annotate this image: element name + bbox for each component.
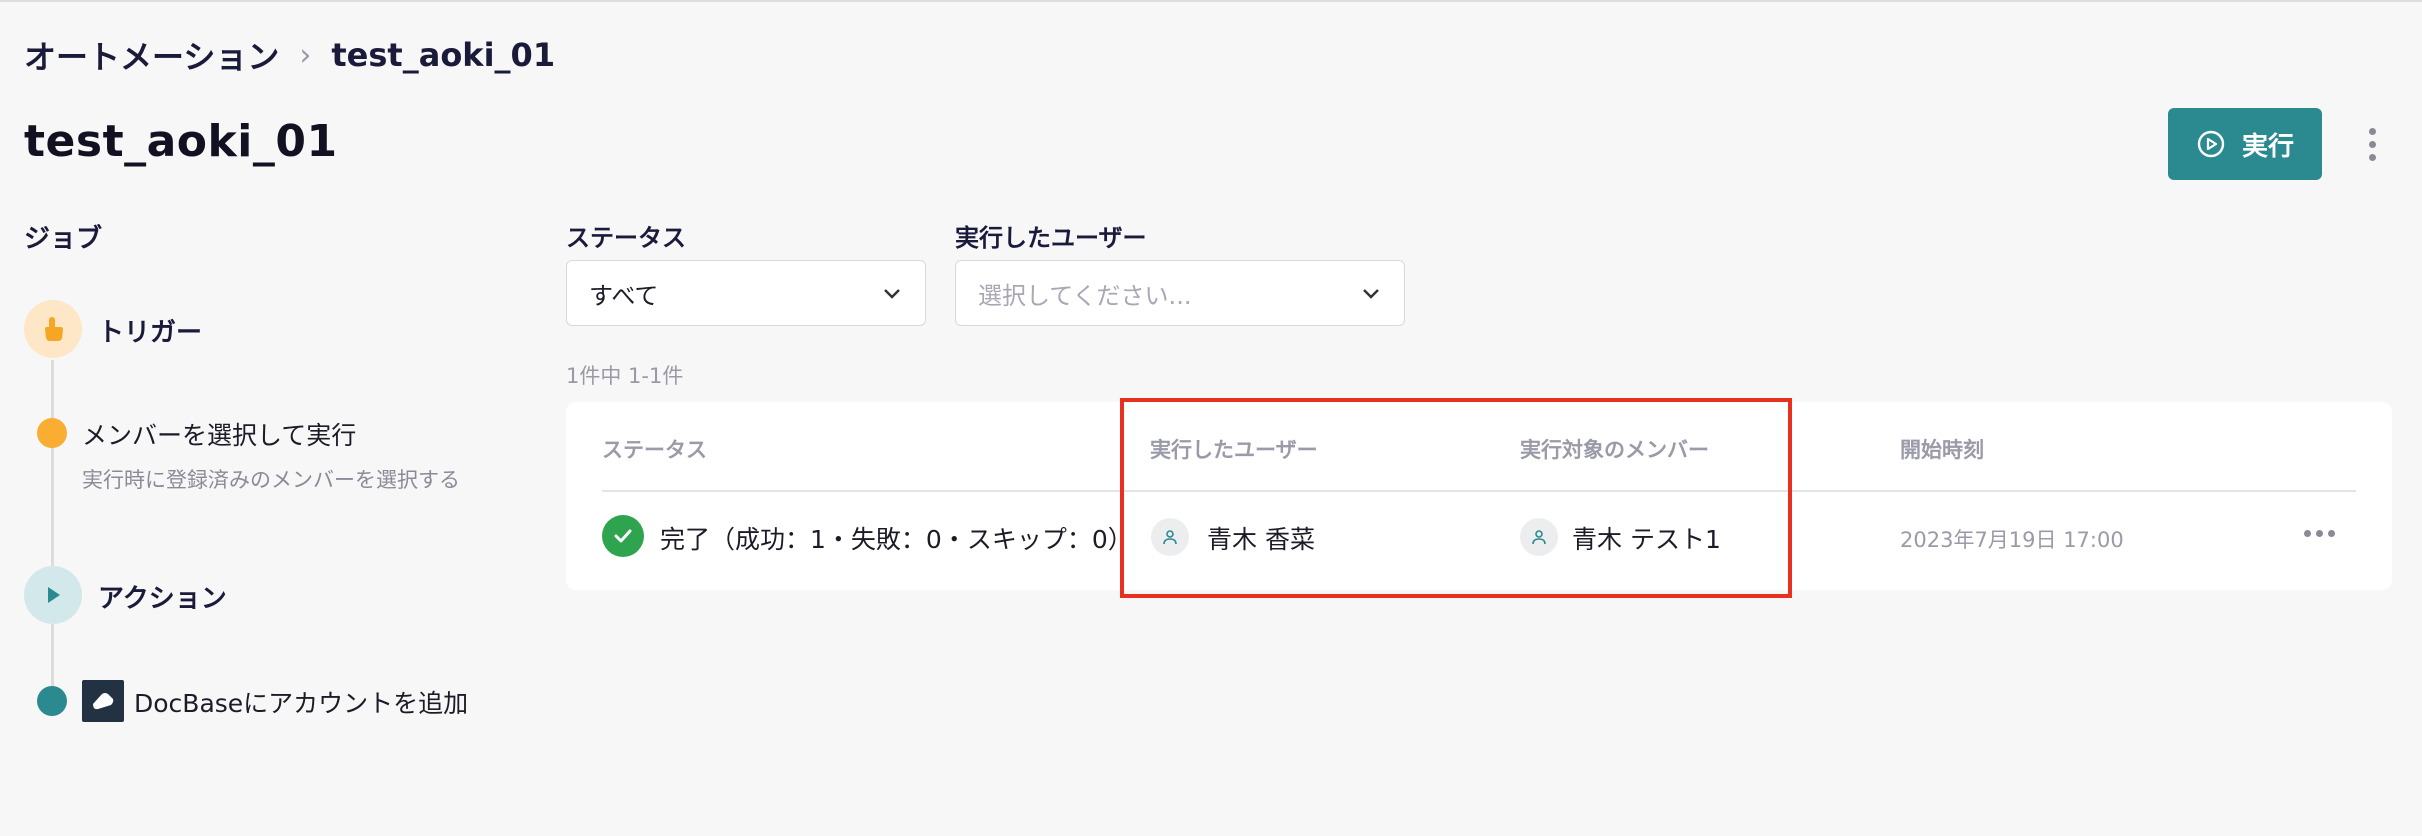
row-kebab-icon[interactable] xyxy=(2304,530,2335,537)
kebab-icon[interactable] xyxy=(2360,118,2384,170)
column-header-status: ステータス xyxy=(602,438,707,462)
result-count: 1件中 1-1件 xyxy=(566,364,684,388)
trigger-step-title[interactable]: メンバーを選択して実行 xyxy=(82,416,356,452)
check-icon xyxy=(602,515,644,557)
play-icon xyxy=(48,587,60,603)
top-border xyxy=(0,0,2422,2)
status-filter-label: ステータス xyxy=(566,224,686,252)
row-status: 完了（成功：1・失敗：0・スキップ：0） xyxy=(660,525,1133,554)
run-button-label: 実行 xyxy=(2241,131,2294,162)
action-step-title[interactable]: DocBaseにアカウントを追加 xyxy=(134,684,468,720)
user-select-placeholder: 選択してください... xyxy=(978,281,1192,310)
trigger-step-desc: 実行時に登録済みのメンバーを選択する xyxy=(82,468,460,492)
jobs-heading: ジョブ xyxy=(24,224,103,254)
chevron-down-icon xyxy=(884,289,900,299)
timeline-line xyxy=(51,360,54,710)
row-started-at: 2023年7月19日 17:00 xyxy=(1900,528,2124,552)
column-header-started-at: 開始時刻 xyxy=(1900,438,1984,462)
chevron-down-icon xyxy=(1363,289,1379,299)
user-filter-label: 実行したユーザー xyxy=(955,224,1147,252)
trigger-step-dot xyxy=(37,418,67,448)
action-label: アクション xyxy=(98,584,227,614)
highlight-annotation xyxy=(1120,398,1792,598)
hand-pointer-icon xyxy=(45,317,63,341)
user-select[interactable]: 選択してください... xyxy=(955,260,1405,326)
status-select[interactable]: すべて xyxy=(566,260,926,326)
trigger-node xyxy=(24,300,82,358)
breadcrumb-parent[interactable]: オートメーション xyxy=(24,32,279,78)
page-title: test_aoki_01 xyxy=(24,116,338,167)
status-select-value: すべて xyxy=(589,281,659,310)
docbase-logo-icon xyxy=(82,680,124,722)
chevron-right-icon: › xyxy=(299,37,312,73)
trigger-label: トリガー xyxy=(98,318,203,348)
play-circle-icon xyxy=(2197,130,2225,158)
run-button[interactable]: 実行 xyxy=(2168,108,2322,180)
action-node xyxy=(24,566,82,624)
breadcrumb-current: test_aoki_01 xyxy=(331,36,556,74)
action-step-dot xyxy=(37,686,67,716)
breadcrumb: オートメーション › test_aoki_01 xyxy=(24,30,555,80)
